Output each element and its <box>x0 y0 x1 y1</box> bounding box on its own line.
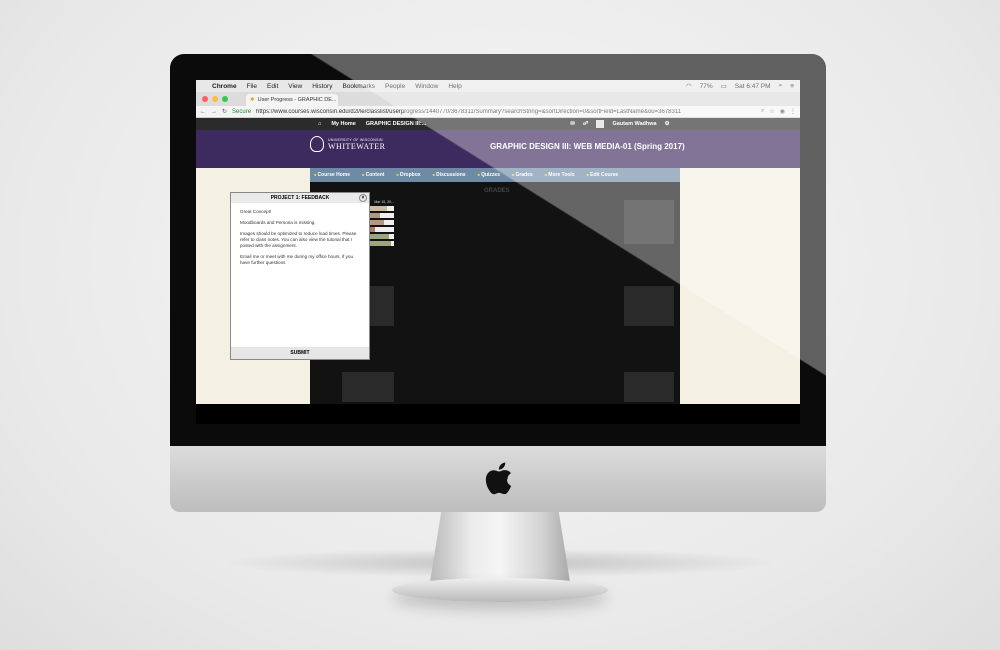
reload-icon[interactable]: ↻ <box>222 108 227 115</box>
feedback-modal: PROJECT 1: FEEDBACK × Great Concept! Moo… <box>230 192 370 360</box>
message-alerts-icon[interactable]: ✉ <box>570 121 575 127</box>
avatar[interactable] <box>596 120 605 128</box>
nav-course-home[interactable]: Course Home <box>314 172 351 178</box>
imac-stand-base <box>392 578 608 602</box>
imac-chin <box>170 446 826 512</box>
modal-close-icon[interactable]: × <box>359 194 367 202</box>
extension-icon[interactable]: ◉ <box>780 108 785 115</box>
nav-more-tools[interactable]: More Tools <box>545 172 574 178</box>
menu-edit[interactable]: Edit <box>267 83 278 90</box>
menu-window[interactable]: Window <box>415 83 438 90</box>
nav-quizzes[interactable]: Quizzes <box>478 172 500 178</box>
project-card-placeholder <box>342 372 394 402</box>
university-logo[interactable]: UNIVERSITY OF WISCONSIN WHITEWATER <box>310 136 385 152</box>
menu-view[interactable]: View <box>288 83 302 90</box>
logo-small-text: UNIVERSITY OF WISCONSIN <box>328 137 383 142</box>
battery-icon[interactable]: ▭ <box>721 82 727 90</box>
more-icon[interactable]: ⋮ <box>790 108 796 115</box>
address-bar[interactable]: https://www.courses.wisconsin.edu/d2l/le… <box>256 109 756 115</box>
menu-help[interactable]: Help <box>448 83 461 90</box>
search-icon[interactable]: ⌕ <box>779 82 783 90</box>
bookmark-star-icon[interactable]: ☆ <box>769 108 774 115</box>
project-card-placeholder <box>624 372 674 402</box>
apple-logo-icon <box>485 462 512 495</box>
menu-file[interactable]: File <box>247 83 257 90</box>
nav-discussions[interactable]: Discussions <box>433 172 465 178</box>
menu-history[interactable]: History <box>312 83 332 90</box>
nav-content[interactable]: Content <box>362 172 385 178</box>
submit-button[interactable]: SUBMIT <box>231 347 369 359</box>
window-close-button[interactable] <box>202 96 208 102</box>
grades-heading: GRADES <box>484 188 510 194</box>
feedback-line: Great Concept! <box>240 209 272 214</box>
wifi-icon[interactable]: ◠ <box>686 82 692 90</box>
menu-list-icon[interactable]: ≡ <box>790 83 794 90</box>
course-title: GRAPHIC DESIGN III: WEB MEDIA-01 (Spring… <box>490 142 685 151</box>
nav-dropbox[interactable]: Dropbox <box>396 172 421 178</box>
imac-stand <box>430 512 570 582</box>
menu-bookmarks[interactable]: Bookmarks <box>342 83 375 90</box>
tab-title: User Progress - GRAPHIC DE... <box>257 97 337 103</box>
project-card-placeholder <box>624 286 674 326</box>
logo-big-text: WHITEWATER <box>328 141 386 151</box>
tab-favicon-icon: ✱ <box>250 97 255 103</box>
user-name[interactable]: Gautam Wadhwa <box>612 121 656 127</box>
menu-app-name[interactable]: Chrome <box>212 83 237 90</box>
browser-tab[interactable]: ✱ User Progress - GRAPHIC DE... × <box>246 94 338 106</box>
feedback-line: Email me or meet with me during my offic… <box>240 254 354 265</box>
nav-edit-course[interactable]: Edit Course <box>587 172 618 178</box>
back-icon[interactable]: ← <box>200 109 206 115</box>
browser-tabstrip: ✱ User Progress - GRAPHIC DE... × <box>196 92 800 106</box>
d2l-minibar: ⌂ My Home GRAPHIC DESIGN III:... ✉ ☍ Gau… <box>196 118 800 130</box>
menu-people[interactable]: People <box>385 83 405 90</box>
menubar-clock[interactable]: Sat 6:47 PM <box>735 83 771 90</box>
project-card-date: Mar 15, 20... <box>374 200 394 204</box>
forward-icon[interactable]: → <box>211 109 217 115</box>
logo-mark-icon <box>310 136 324 152</box>
my-home-link[interactable]: My Home <box>331 121 355 127</box>
battery-percent[interactable]: 77% <box>700 83 713 90</box>
subscription-alerts-icon[interactable]: ☍ <box>583 121 589 127</box>
course-banner: UNIVERSITY OF WISCONSIN WHITEWATER GRAPH… <box>196 130 800 168</box>
feedback-line: Images should be optimized to reduce loa… <box>240 231 357 248</box>
browser-toolbar: ← → ↻ Secure https://www.courses.wiscons… <box>196 106 800 118</box>
secure-label[interactable]: Secure <box>232 109 251 115</box>
course-navbar: Course Home Content Dropbox Discussions … <box>310 168 680 182</box>
course-selector[interactable]: GRAPHIC DESIGN III:... <box>366 121 427 127</box>
home-icon[interactable]: ⌂ <box>318 121 321 127</box>
modal-title: PROJECT 1: FEEDBACK <box>270 195 330 201</box>
feedback-line: Moodboards and Persona is missing. <box>240 220 316 225</box>
mac-menubar: Chrome File Edit View History Bookmarks … <box>196 80 800 92</box>
nav-grades[interactable]: Grades <box>512 172 533 178</box>
window-zoom-button[interactable] <box>222 96 228 102</box>
feedback-body: Great Concept! Moodboards and Persona is… <box>231 203 369 277</box>
project-card-placeholder <box>624 200 674 244</box>
window-minimize-button[interactable] <box>212 96 218 102</box>
zoom-icon[interactable]: ⌕ <box>761 108 764 115</box>
settings-gear-icon[interactable]: ⚙ <box>665 121 670 127</box>
